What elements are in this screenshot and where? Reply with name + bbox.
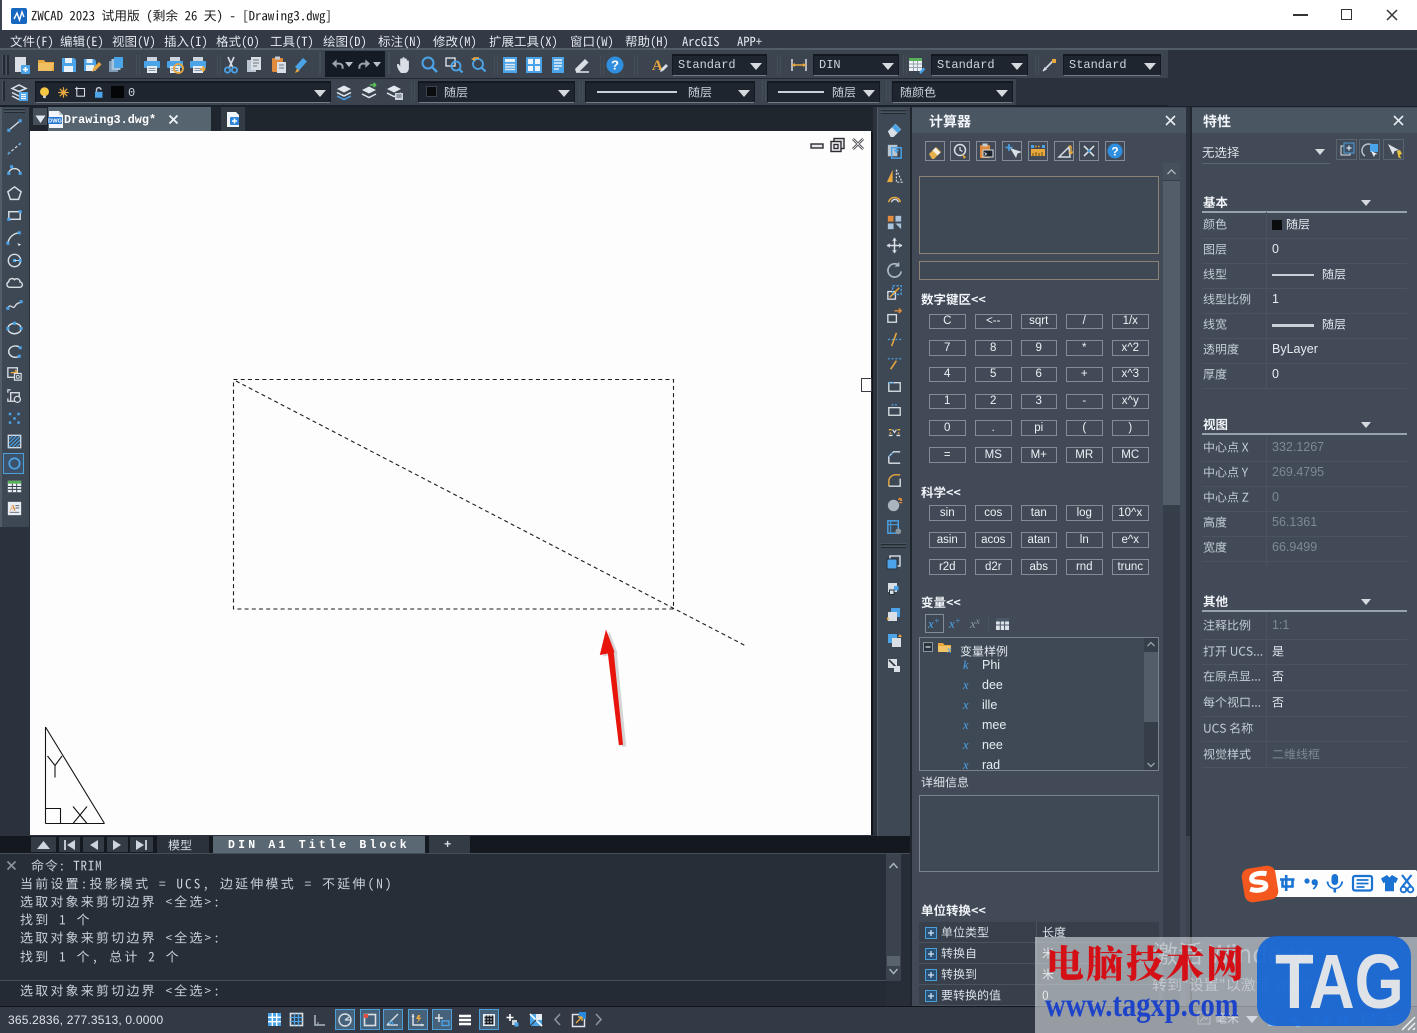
svg-text:?: ? xyxy=(1111,145,1118,159)
svg-text:?: ? xyxy=(611,58,619,73)
svg-text:A: A xyxy=(9,503,16,513)
svg-text:DWG: DWG xyxy=(48,119,62,125)
svg-text:A: A xyxy=(652,58,663,74)
svg-text:x: x xyxy=(946,645,952,654)
